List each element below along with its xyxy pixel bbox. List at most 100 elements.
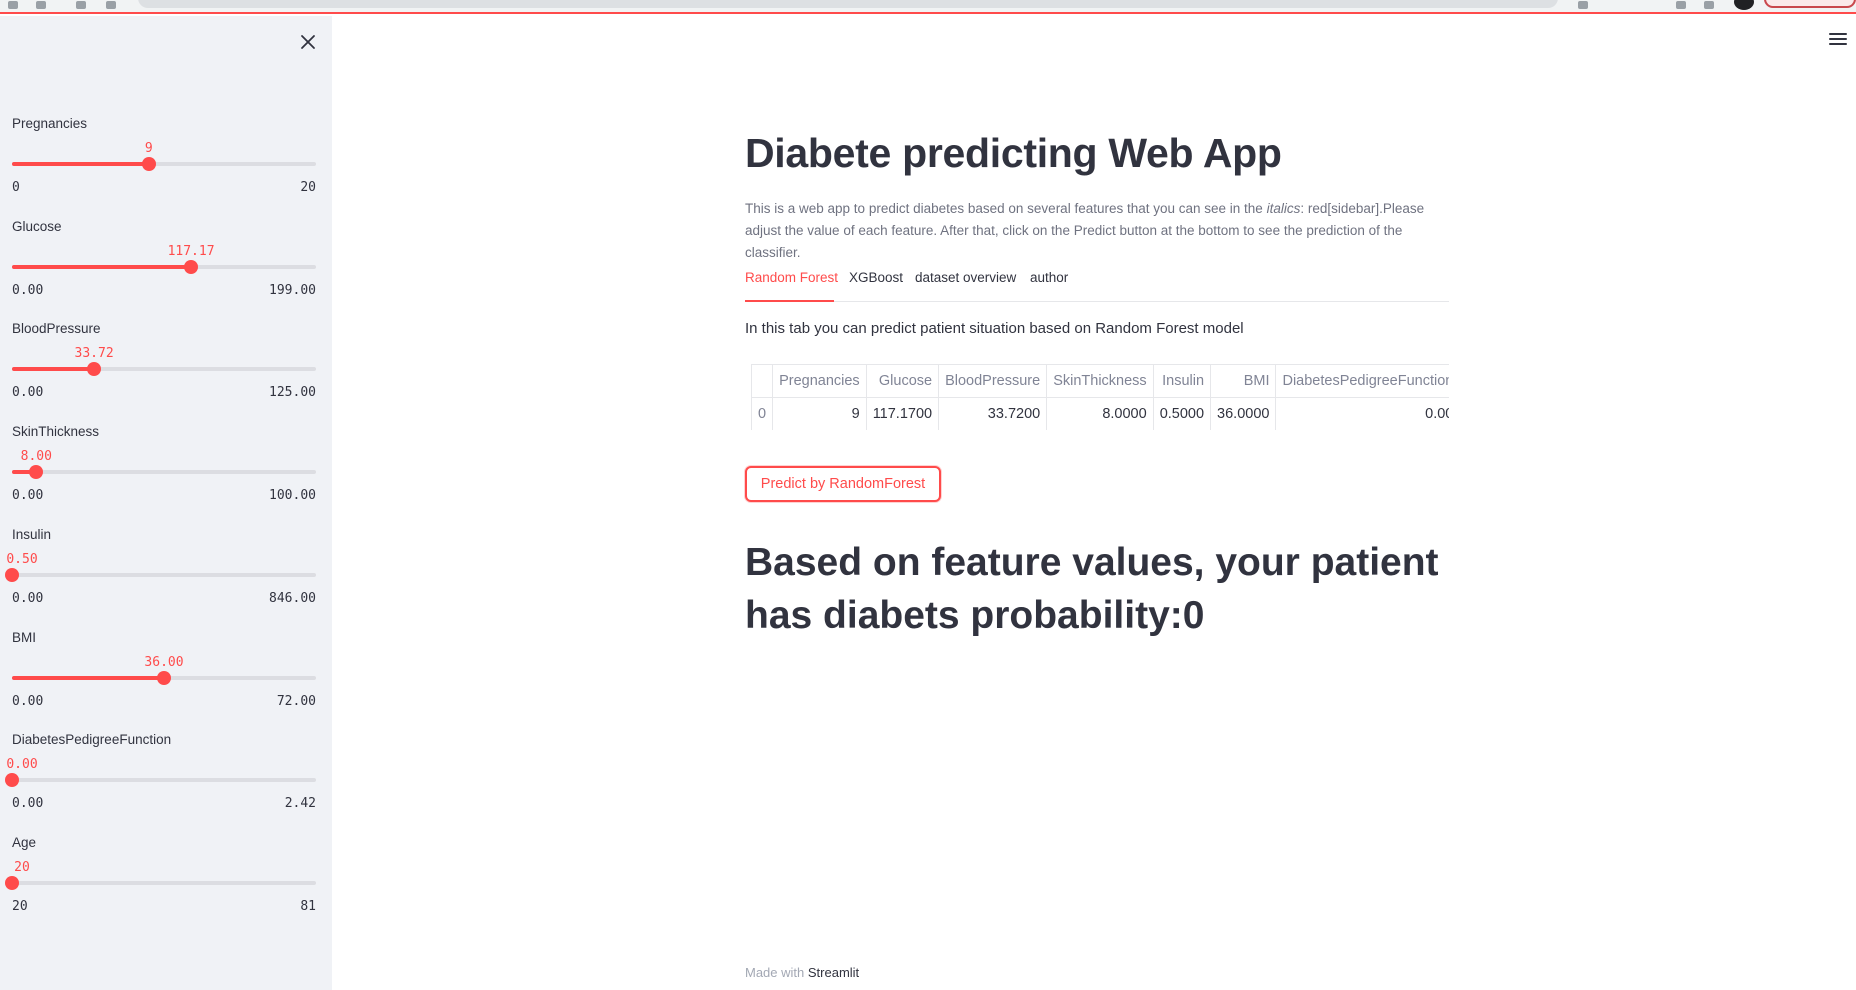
table-cell: 9 xyxy=(772,397,867,430)
slider-label: Glucose xyxy=(12,218,62,234)
slider-current-value: 33.72 xyxy=(74,346,114,362)
slider-min: 0.00 xyxy=(12,796,44,812)
slider-max: 81 xyxy=(300,898,316,914)
slider-thumb[interactable] xyxy=(184,259,199,274)
slider-label: SkinThickness xyxy=(12,424,100,440)
tab-description: In this tab you can predict patient situ… xyxy=(745,320,1244,337)
slider-track[interactable] xyxy=(5,875,316,890)
slider-track[interactable] xyxy=(12,157,316,171)
tab-dataset-overview[interactable]: dataset overview xyxy=(915,270,1016,285)
streamlit-link[interactable]: Streamlit xyxy=(808,965,859,980)
slider-fill xyxy=(12,162,149,166)
table-cell: 8.0000 xyxy=(1046,397,1154,430)
back-arrow-icon[interactable] xyxy=(8,1,18,9)
table-cell: 36.0000 xyxy=(1210,397,1277,430)
slider-label: BMI xyxy=(12,629,37,645)
profile-avatar[interactable] xyxy=(1734,0,1754,10)
close-sidebar-button[interactable] xyxy=(296,30,320,54)
slider-label: Age xyxy=(12,834,37,850)
slider-min: 0 xyxy=(12,180,20,195)
slider-thumb[interactable] xyxy=(87,362,102,377)
active-tab-indicator xyxy=(745,300,834,302)
slider-min: 0.00 xyxy=(12,488,44,504)
slider-max: 72.00 xyxy=(276,693,316,709)
intro-italic-text: italics xyxy=(1266,201,1301,216)
slider-current-value: 0.50 xyxy=(6,551,38,567)
reload-icon[interactable] xyxy=(76,1,86,9)
slider-min: 0.00 xyxy=(12,590,44,606)
slider-track[interactable] xyxy=(5,567,316,582)
slider-fill xyxy=(12,675,164,680)
slider-label: Insulin xyxy=(12,526,52,542)
slider-thumb[interactable] xyxy=(5,875,19,890)
slider-thumb[interactable] xyxy=(5,567,20,582)
slider-skinthickness: SkinThickness 8.00 0.00 100.00 xyxy=(12,424,316,524)
slider-age: Age 20 20 81 xyxy=(5,834,316,935)
table-cell: 0.00 xyxy=(1275,397,1449,430)
slider-min: 20 xyxy=(12,898,28,914)
slider-min: 0.00 xyxy=(12,693,44,709)
browser-action-pill[interactable] xyxy=(1764,0,1856,8)
slider-current-value: 0.00 xyxy=(6,757,38,773)
extension-icon[interactable] xyxy=(1578,1,1588,9)
slider-bloodpressure: BloodPressure 33.72 0.00 125.00 xyxy=(12,321,316,421)
slider-current-value: 117.17 xyxy=(167,243,215,259)
tab-author[interactable]: author xyxy=(1030,270,1068,285)
slider-track[interactable] xyxy=(12,670,316,685)
slider-track[interactable] xyxy=(12,465,316,480)
slider-max: 100.00 xyxy=(269,488,316,504)
slider-min: 0.00 xyxy=(12,385,44,401)
slider-track[interactable] xyxy=(12,362,316,377)
table-cell: 117.1700 xyxy=(865,397,940,430)
table-row: 0 9 117.1700 33.7200 8.0000 0.5000 36.00… xyxy=(751,397,1449,430)
feature-table: Pregnancies Glucose BloodPressure SkinTh… xyxy=(751,364,1449,430)
table-header-row: Pregnancies Glucose BloodPressure SkinTh… xyxy=(751,364,1449,398)
slider-max: 20 xyxy=(300,180,316,195)
table-cell: 33.7200 xyxy=(938,397,1048,430)
slider-fill xyxy=(12,367,95,372)
slider-insulin: Insulin 0.50 0.00 846.00 xyxy=(5,526,316,627)
slider-thumb[interactable] xyxy=(5,773,19,788)
slider-thumb[interactable] xyxy=(141,157,156,171)
close-icon xyxy=(301,35,315,49)
tab-xgboost[interactable]: XGBoost xyxy=(849,270,903,285)
sidebar: Pregnancies 9 0 20 Glucose 117.17 0.00 199.00 Bl… xyxy=(0,16,332,990)
address-bar[interactable] xyxy=(138,0,1558,8)
table-cell: 0.5000 xyxy=(1152,397,1212,430)
slider-track[interactable] xyxy=(12,259,316,274)
prediction-result: Based on feature values, your patient ha… xyxy=(745,541,1439,637)
slider-label: Pregnancies xyxy=(12,116,88,131)
column-header-bmi: BMI xyxy=(1210,364,1277,398)
slider-max: 2.42 xyxy=(284,796,316,812)
slider-max: 846.00 xyxy=(269,590,316,606)
home-icon[interactable] xyxy=(106,1,116,9)
tab-random-forest[interactable]: Random Forest xyxy=(745,270,838,285)
slider-max: 199.00 xyxy=(269,282,316,298)
feature-dataframe[interactable]: Pregnancies Glucose BloodPressure SkinTh… xyxy=(751,364,1449,430)
slider-bmi: BMI 36.00 0.00 72.00 xyxy=(12,630,316,730)
column-header-bloodpressure: BloodPressure xyxy=(938,364,1048,398)
extension-icon[interactable] xyxy=(1676,1,1686,9)
slider-glucose: Glucose 117.17 0.00 199.00 xyxy=(12,219,316,319)
slider-current-value: 36.00 xyxy=(144,654,184,670)
slider-max: 125.00 xyxy=(269,385,316,401)
slider-fill xyxy=(12,264,192,269)
hamburger-menu-icon[interactable] xyxy=(1828,30,1848,46)
column-header-diabetespedigreefunction: DiabetesPedigreeFunction xyxy=(1275,364,1449,398)
slider-current-value: 9 xyxy=(144,141,153,156)
forward-arrow-icon[interactable] xyxy=(36,1,46,9)
slider-min: 0.00 xyxy=(12,282,44,298)
predict-button[interactable]: Predict by RandomForest xyxy=(745,466,941,502)
column-header-index xyxy=(751,364,774,398)
column-header-glucose: Glucose xyxy=(865,364,940,398)
table-cell-index: 0 xyxy=(751,397,774,430)
slider-track[interactable] xyxy=(5,773,316,788)
model-tabs: Random Forest XGBoost dataset overview a… xyxy=(745,268,1449,302)
extension-icon[interactable] xyxy=(1704,1,1714,9)
slider-thumb[interactable] xyxy=(29,465,44,480)
intro-paragraph: This is a web app to predict diabetes ba… xyxy=(745,198,1449,264)
column-header-pregnancies: Pregnancies xyxy=(772,364,867,398)
browser-top-bar xyxy=(0,0,1856,14)
slider-label: DiabetesPedigreeFunction xyxy=(12,732,172,748)
slider-thumb[interactable] xyxy=(157,670,171,685)
